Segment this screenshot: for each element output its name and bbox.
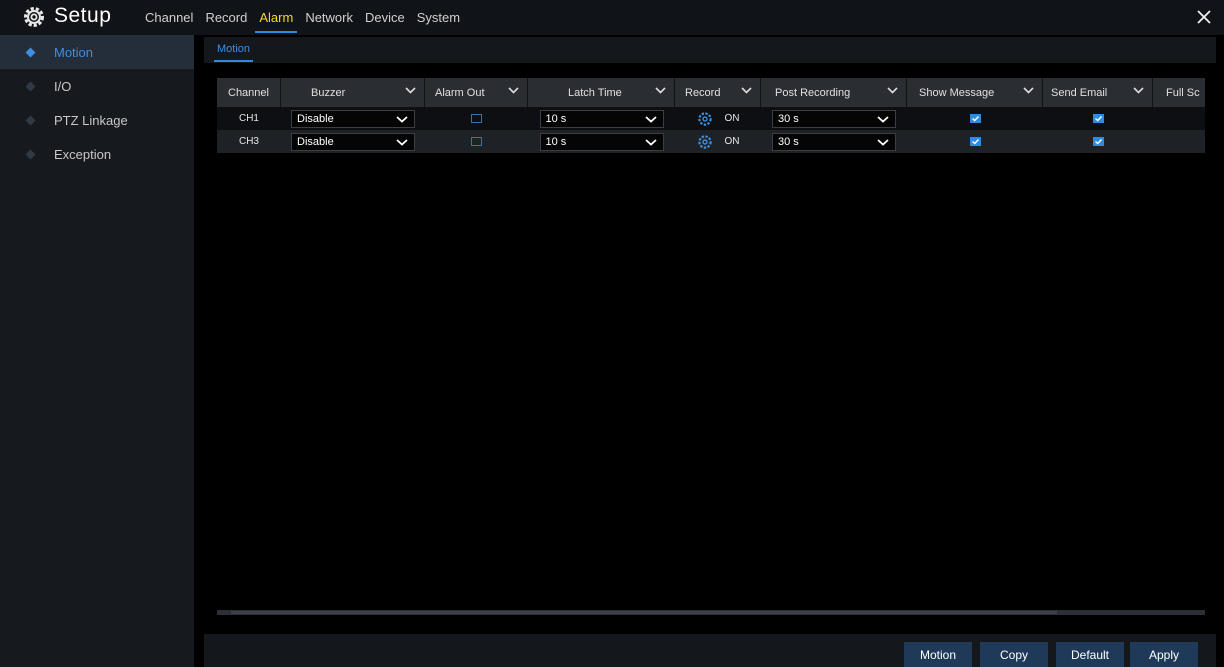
sidebar: Motion I/O PTZ Linkage Exception	[0, 35, 194, 667]
sidebar-item-ptz-linkage[interactable]: PTZ Linkage	[0, 103, 194, 137]
buzzer-select[interactable]: Disable	[291, 132, 415, 151]
full-screen-cell	[1153, 107, 1205, 130]
send-email-cell	[1043, 107, 1153, 130]
diamond-bullet-icon	[25, 81, 36, 91]
default-button[interactable]: Default	[1056, 642, 1124, 667]
sidebar-item-exception[interactable]: Exception	[0, 137, 194, 171]
sidebar-item-label: PTZ Linkage	[54, 112, 128, 128]
show-message-cell	[907, 107, 1043, 130]
alarm-out-cell	[425, 107, 528, 130]
latch-time-value: 10 s	[545, 135, 567, 148]
top-bar: Setup Channel Record Alarm Network Devic…	[0, 0, 1224, 35]
alarm-out-checkbox[interactable]	[471, 114, 482, 123]
diamond-bullet-icon	[25, 149, 36, 159]
alarm-out-checkbox[interactable]	[471, 137, 482, 146]
post-recording-select[interactable]: 30 s	[772, 132, 896, 151]
chevron-down-icon	[644, 138, 657, 146]
chevron-down-icon	[396, 115, 408, 123]
channel-cell: CH1	[238, 113, 259, 124]
record-settings-gear-icon[interactable]	[697, 134, 713, 150]
channel-cell: CH3	[238, 136, 259, 147]
send-email-checkbox-checked-icon[interactable]	[1092, 137, 1104, 146]
copy-button[interactable]: Copy	[980, 642, 1048, 667]
chevron-down-icon	[655, 87, 666, 94]
menu-record[interactable]: Record	[205, 0, 247, 35]
latch-time-select[interactable]: 10 s	[539, 132, 664, 151]
column-header-post-recording[interactable]: Post Recording	[761, 78, 907, 107]
motion-button[interactable]: Motion	[904, 642, 972, 667]
send-email-cell	[1043, 130, 1153, 153]
chevron-down-icon	[644, 115, 657, 123]
settings-gear-icon	[24, 7, 44, 27]
chevron-down-icon	[877, 138, 889, 146]
table-row: CH3 Disable 10 s ON 30 s	[217, 130, 1205, 153]
sidebar-item-label: I/O	[54, 78, 72, 94]
buzzer-select[interactable]: Disable	[291, 109, 415, 128]
motion-table: Channel Buzzer Alarm Out Latch Time Reco…	[217, 78, 1205, 153]
column-header-channel: Channel	[217, 78, 281, 107]
alarm-out-cell	[425, 130, 528, 153]
table-row: CH1 Disable 10 s ON 30 s	[217, 107, 1205, 130]
top-menu: Channel Record Alarm Network Device Syst…	[145, 0, 472, 35]
latch-time-value: 10 s	[545, 112, 567, 125]
buzzer-cell: Disable	[281, 130, 425, 153]
record-status: ON	[724, 113, 740, 124]
column-header-send-email[interactable]: Send Email	[1043, 78, 1153, 107]
chevron-down-icon	[887, 87, 898, 94]
sidebar-item-io[interactable]: I/O	[0, 69, 194, 103]
post-recording-cell: 30 s	[761, 107, 907, 130]
column-header-show-message[interactable]: Show Message	[907, 78, 1043, 107]
sub-tab-bar: Motion	[204, 37, 1216, 63]
menu-alarm[interactable]: Alarm	[255, 0, 298, 35]
show-message-checkbox-checked-icon[interactable]	[969, 137, 981, 146]
full-screen-cell	[1153, 130, 1205, 153]
apply-button[interactable]: Apply	[1130, 642, 1198, 667]
scrollbar-thumb[interactable]	[231, 611, 1057, 614]
post-recording-cell: 30 s	[761, 130, 907, 153]
tab-motion[interactable]: Motion	[214, 43, 254, 62]
menu-network[interactable]: Network	[305, 0, 353, 35]
post-recording-value: 30 s	[778, 135, 799, 148]
menu-device[interactable]: Device	[365, 0, 405, 35]
chevron-down-icon	[405, 87, 416, 94]
latch-time-cell: 10 s	[528, 130, 675, 153]
diamond-bullet-icon	[25, 47, 36, 57]
record-settings-gear-icon[interactable]	[697, 111, 713, 127]
horizontal-scrollbar[interactable]	[217, 610, 1205, 615]
chevron-down-icon	[877, 115, 889, 123]
buzzer-cell: Disable	[281, 107, 425, 130]
record-cell: ON	[675, 130, 761, 153]
post-recording-value: 30 s	[778, 112, 799, 125]
page-title: Setup	[54, 4, 112, 27]
menu-system[interactable]: System	[417, 0, 460, 35]
column-header-record[interactable]: Record	[675, 78, 761, 107]
record-cell: ON	[675, 107, 761, 130]
show-message-checkbox-checked-icon[interactable]	[969, 114, 981, 123]
diamond-bullet-icon	[25, 115, 36, 125]
chevron-down-icon	[1133, 87, 1144, 94]
sidebar-item-label: Exception	[54, 146, 112, 162]
column-header-full-screen[interactable]: Full Sc	[1153, 78, 1205, 107]
sidebar-item-motion[interactable]: Motion	[0, 35, 194, 69]
menu-channel[interactable]: Channel	[145, 0, 193, 35]
chevron-down-icon	[741, 87, 752, 94]
column-header-alarm-out[interactable]: Alarm Out	[425, 78, 528, 107]
buzzer-value: Disable	[297, 112, 334, 125]
chevron-down-icon	[508, 87, 519, 94]
latch-time-select[interactable]: 10 s	[539, 109, 664, 128]
post-recording-select[interactable]: 30 s	[772, 109, 896, 128]
table-header: Channel Buzzer Alarm Out Latch Time Reco…	[217, 78, 1205, 107]
buzzer-value: Disable	[297, 135, 334, 148]
send-email-checkbox-checked-icon[interactable]	[1092, 114, 1104, 123]
sidebar-item-label: Motion	[54, 44, 94, 60]
column-header-latch-time[interactable]: Latch Time	[528, 78, 675, 107]
chevron-down-icon	[1023, 87, 1034, 94]
bottom-action-bar: Motion Copy Default Apply	[204, 634, 1216, 667]
column-header-buzzer[interactable]: Buzzer	[281, 78, 425, 107]
chevron-down-icon	[396, 138, 408, 146]
close-icon[interactable]	[1194, 7, 1214, 27]
show-message-cell	[907, 130, 1043, 153]
record-status: ON	[724, 136, 740, 147]
latch-time-cell: 10 s	[528, 107, 675, 130]
